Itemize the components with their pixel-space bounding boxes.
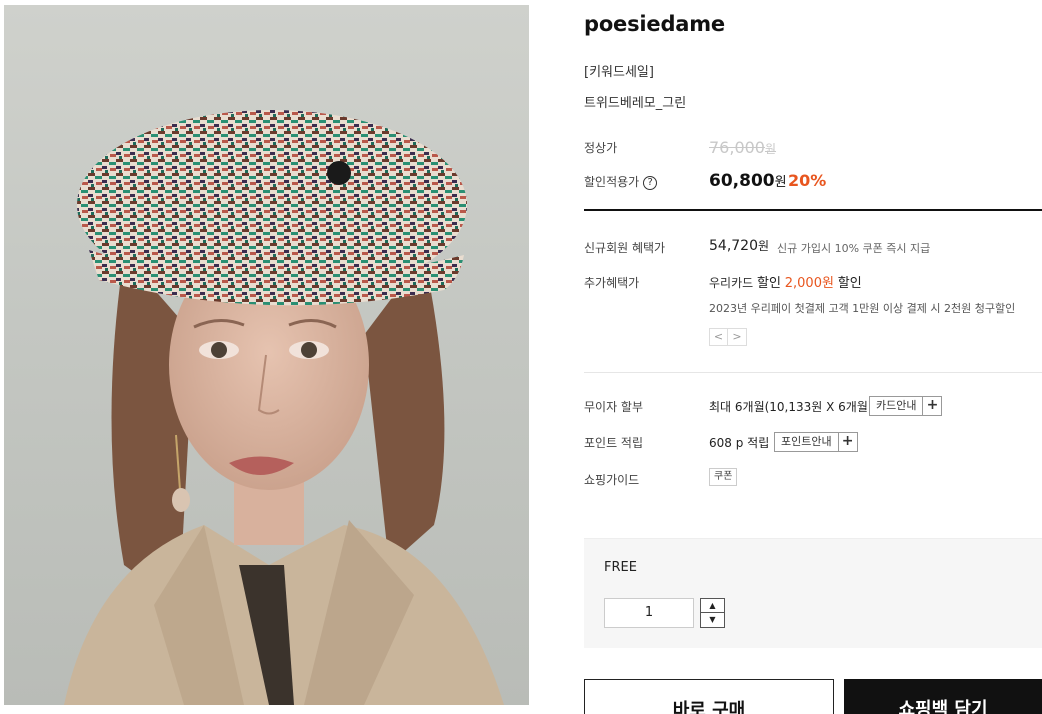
points-info-label: 포인트안내 [781,435,832,448]
sale-tag: [키워드세일] [584,65,654,80]
discount-price-label-text: 할인적용가 [584,175,640,189]
shopping-guide-label: 쇼핑가이드 [584,473,640,487]
chevron-right-icon[interactable]: > [728,328,747,346]
sale-price-value: 60,800 [709,171,775,191]
card-discount-word: 할인 [757,276,781,291]
plus-icon: + [837,433,857,451]
discount-rate: 20% [788,171,827,190]
card-name: 우리카드 [709,276,754,290]
option-name: FREE [604,560,637,575]
regular-price-value: 76,000 [709,138,765,157]
add-to-cart-button[interactable]: 쇼핑백 담기 [844,679,1042,714]
installment-value: 최대 6개월(10,133원 X 6개월) [709,400,873,414]
sale-price: 60,800원 [709,171,787,191]
product-image [4,5,529,705]
brand-name[interactable]: poesiedame [584,12,725,36]
points-value: 608 p 적립 [709,436,770,450]
card-discount-line: 우리카드 할인 2,000원 할인 [709,272,862,291]
member-price: 54,720원 [709,237,769,254]
member-price-value: 54,720 [709,238,758,254]
card-discount-amount: 2,000원 [784,276,834,291]
points-info-button[interactable]: 포인트안내 + [774,432,858,452]
option-box: FREE 1 ▲ ▼ [584,538,1042,648]
card-discount-suffix: 할인 [837,276,862,291]
chevron-left-icon[interactable]: < [709,328,728,346]
card-info-label: 카드안내 [876,399,917,412]
sale-price-unit: 원 [774,175,787,190]
coupon-tag[interactable]: 쿠폰 [709,468,738,486]
product-name: 트위드베레모_그린 [584,96,687,111]
quantity-input[interactable]: 1 [604,598,694,628]
product-info-panel: poesiedame [키워드세일] 트위드베레모_그린 정상가 76,000원… [584,0,1042,714]
quantity-up-icon[interactable]: ▲ [701,599,724,613]
regular-price-label: 정상가 [584,141,618,155]
price-divider [584,209,1042,211]
section-divider [584,372,1042,373]
discount-price-label: 할인적용가? [584,173,658,190]
points-label: 포인트 적립 [584,436,644,450]
installment-label: 무이자 할부 [584,400,644,414]
quantity-stepper[interactable]: ▲ ▼ [700,598,725,628]
member-price-unit: 원 [758,239,770,253]
plus-icon: + [922,397,941,415]
member-benefit-note: 신규 가입시 10% 쿠폰 즉시 지급 [777,242,931,255]
member-price-label: 신규회원 혜택가 [584,241,666,255]
promo-text: 2023년 우리페이 첫결제 고객 1만원 이상 결제 시 2천원 청구할인 [709,302,1016,315]
card-info-button[interactable]: 카드안내 + [869,396,943,416]
regular-price: 76,000원 [709,138,776,157]
regular-price-unit: 원 [764,142,777,156]
help-icon[interactable]: ? [643,176,658,190]
quantity-down-icon[interactable]: ▼ [701,613,724,627]
benefit-pager: < > [709,328,747,346]
buy-now-button[interactable]: 바로 구매 [584,679,834,714]
extra-benefit-label: 추가혜택가 [584,276,640,290]
